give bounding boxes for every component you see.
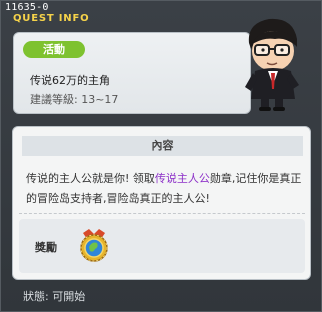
window-title: QUEST INFO <box>13 13 90 24</box>
desc-highlight: 传说主人公 <box>154 172 210 185</box>
quest-type-badge: 活動 <box>23 41 85 58</box>
status-value: 可開始 <box>52 290 86 303</box>
level-label: 建議等級: <box>30 93 78 106</box>
content-header: 內容 <box>22 136 303 156</box>
reward-label: 獎勵 <box>35 241 57 254</box>
reward-box: 獎勵 <box>19 219 305 273</box>
recommended-level: 建議等級: 13~17 <box>30 91 118 107</box>
status-label: 狀態: <box>23 290 49 303</box>
quest-info-window: 11635-0 QUEST INFO 活動 传说62万的主角 建議等級: 13~… <box>0 0 322 312</box>
quest-status: 狀態: 可開始 <box>23 288 85 304</box>
desc-text-1: 传说的主人公就是你! 领取 <box>26 172 155 185</box>
quest-content-panel: 內容 传说的主人公就是你! 领取传说主人公勋章,记住你是真正的冒险岛支持者,冒险… <box>12 126 311 280</box>
npc-portrait <box>245 18 299 111</box>
quest-id: 11635-0 <box>5 2 49 13</box>
quest-name: 传说62万的主角 <box>30 74 110 87</box>
level-range: 13~17 <box>81 93 119 106</box>
quest-summary-panel: 活動 传说62万的主角 建議等級: 13~17 <box>13 32 251 114</box>
quest-description: 传说的主人公就是你! 领取传说主人公勋章,记住你是真正的冒险岛支持者,冒险岛真正… <box>26 169 302 209</box>
content-divider <box>19 213 305 214</box>
medal-icon[interactable] <box>77 227 111 263</box>
